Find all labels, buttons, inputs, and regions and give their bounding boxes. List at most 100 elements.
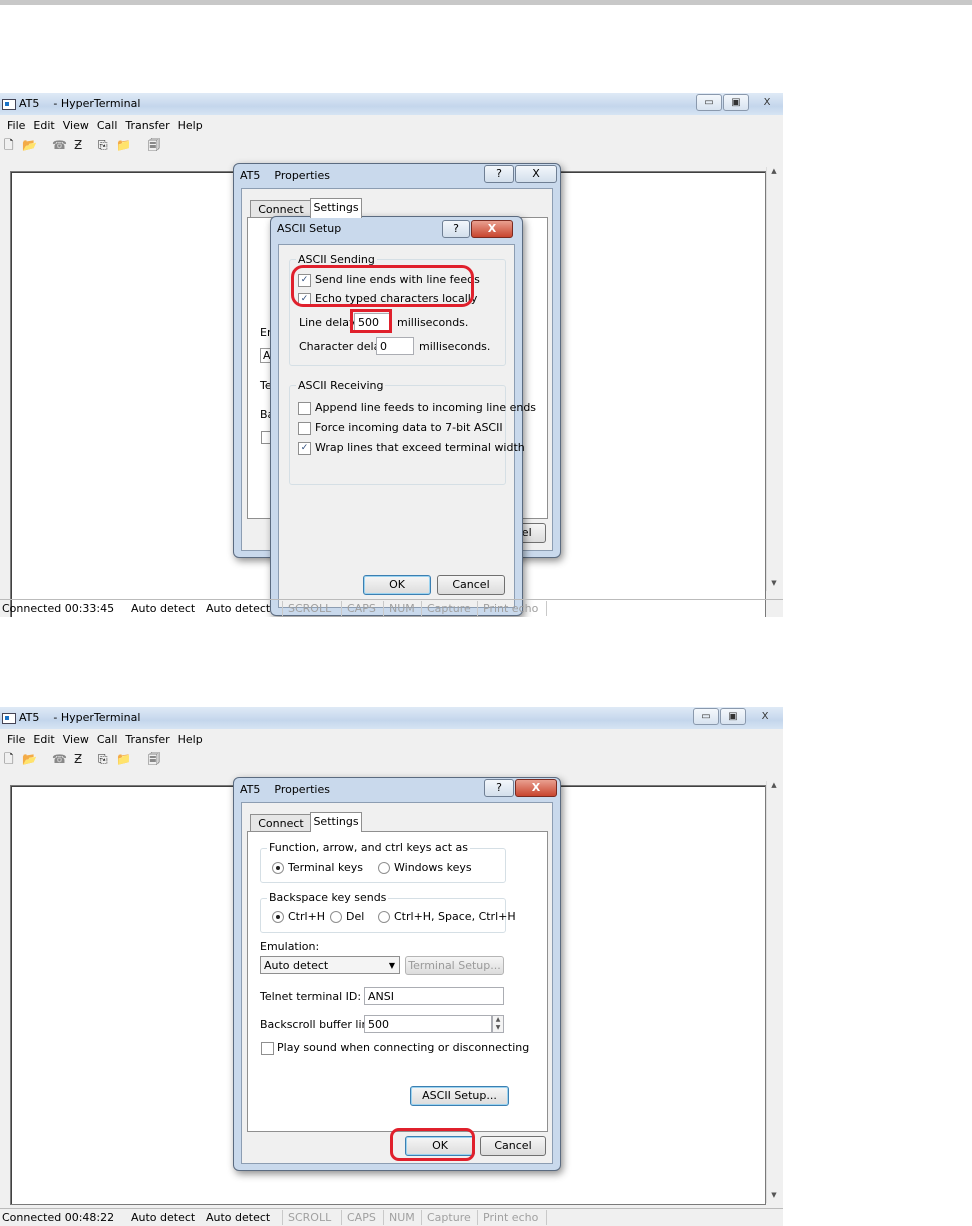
- status-separator: [341, 601, 342, 616]
- new-icon[interactable]: 🗋: [4, 751, 14, 767]
- send-icon[interactable]: ⎘: [98, 137, 108, 153]
- menu-edit[interactable]: Edit: [33, 117, 54, 135]
- backscroll-spinner[interactable]: ▲ ▼: [492, 1015, 504, 1033]
- hyperterminal-icon: [2, 713, 16, 724]
- status-caps: CAPS: [347, 602, 376, 615]
- hyperterminal-window-ascii-setup: AT5 - HyperTerminal ▭ ▣ X File Edit View Ca…: [0, 93, 783, 617]
- toolbar: 🗋 📂 ☎ Ƶ ⎘ 📁 🗐: [4, 137, 304, 153]
- open-icon[interactable]: 📂: [22, 751, 37, 767]
- emulation-value: Auto detect: [264, 959, 329, 972]
- help-button[interactable]: ?: [484, 779, 514, 797]
- maximize-button[interactable]: ▣: [720, 708, 746, 725]
- scroll-up-icon[interactable]: ▲: [767, 781, 781, 793]
- disconnect-icon[interactable]: Ƶ: [74, 137, 82, 153]
- backscroll-input[interactable]: 500: [364, 1015, 492, 1033]
- play-sound-label: Play sound when connecting or disconnect…: [277, 1041, 530, 1054]
- vertical-scrollbar[interactable]: ▲ ▼: [766, 167, 781, 591]
- del-label: Del: [346, 910, 365, 923]
- wrap-lines-checkbox[interactable]: ✓: [298, 442, 311, 455]
- properties-icon[interactable]: 🗐: [148, 137, 160, 153]
- tab-connect-to[interactable]: Connect To: [250, 814, 312, 847]
- emulation-select[interactable]: Auto detect ▼: [260, 956, 400, 974]
- emulation-label: Emulation:: [260, 940, 320, 953]
- status-connected: Connected 00:48:22: [2, 1211, 115, 1224]
- chevron-down-icon: ▼: [388, 961, 395, 970]
- menu-call[interactable]: Call: [97, 731, 118, 749]
- ascii-ok-button[interactable]: OK: [363, 575, 431, 595]
- ascii-receiving-group: [289, 385, 506, 485]
- terminal-setup-button[interactable]: Terminal Setup...: [405, 956, 504, 975]
- close-button[interactable]: X: [471, 220, 513, 238]
- minimize-button[interactable]: ▭: [693, 708, 719, 725]
- send-icon[interactable]: ⎘: [98, 751, 108, 767]
- char-delay-input[interactable]: 0: [376, 337, 414, 355]
- help-button[interactable]: ?: [442, 220, 470, 238]
- status-bar: Connected 00:48:22 Auto detect Auto dete…: [0, 1208, 783, 1226]
- menu-help[interactable]: Help: [178, 117, 203, 135]
- close-button[interactable]: X: [752, 708, 778, 725]
- ctrl-h-radio[interactable]: [272, 911, 284, 923]
- window-title: AT5 - HyperTerminal: [19, 711, 141, 724]
- vertical-scrollbar[interactable]: ▲ ▼: [766, 781, 781, 1203]
- play-sound-checkbox[interactable]: [261, 1042, 274, 1055]
- function-keys-label: Function, arrow, and ctrl keys act as: [267, 841, 471, 854]
- status-separator: [477, 601, 478, 616]
- new-icon[interactable]: 🗋: [4, 137, 14, 153]
- close-button[interactable]: X: [515, 165, 557, 183]
- disconnect-icon[interactable]: Ƶ: [74, 751, 82, 767]
- status-scroll: SCROLL: [288, 602, 332, 615]
- status-num: NUM: [389, 602, 415, 615]
- char-delay-unit: milliseconds.: [419, 340, 491, 353]
- menu-call[interactable]: Call: [97, 117, 118, 135]
- force-7bit-label: Force incoming data to 7-bit ASCII: [315, 421, 503, 434]
- title-bar: AT5 - HyperTerminal ▭ ▣ X: [0, 93, 783, 115]
- properties-icon[interactable]: 🗐: [148, 751, 160, 767]
- ascii-setup-button[interactable]: ASCII Setup...: [410, 1086, 509, 1106]
- scroll-up-icon[interactable]: ▲: [767, 167, 781, 179]
- ctrl-h-space-radio[interactable]: [378, 911, 390, 923]
- menu-transfer[interactable]: Transfer: [125, 117, 169, 135]
- close-button[interactable]: X: [754, 94, 780, 111]
- status-separator: [383, 1210, 384, 1225]
- minimize-button[interactable]: ▭: [696, 94, 722, 111]
- highlight-line-delay: [350, 309, 392, 333]
- receive-icon[interactable]: 📁: [116, 751, 131, 767]
- help-button[interactable]: ?: [484, 165, 514, 183]
- ascii-cancel-button[interactable]: Cancel: [437, 575, 505, 595]
- terminal-keys-label: Terminal keys: [288, 861, 363, 874]
- tab-settings[interactable]: Settings: [310, 198, 362, 218]
- menu-help[interactable]: Help: [178, 731, 203, 749]
- hyperterminal-window-properties: AT5 - HyperTerminal ▭ ▣ X File Edit View Ca…: [0, 707, 783, 1226]
- tab-settings[interactable]: Settings: [310, 812, 362, 832]
- dial-icon[interactable]: ☎: [52, 137, 67, 153]
- dial-icon[interactable]: ☎: [52, 751, 67, 767]
- menu-file[interactable]: File: [7, 731, 25, 749]
- settings-panel: Function, arrow, and ctrl keys act as Te…: [247, 831, 548, 1132]
- properties-cancel-button[interactable]: Cancel: [480, 1136, 546, 1156]
- force-7bit-checkbox[interactable]: [298, 422, 311, 435]
- del-radio[interactable]: [330, 911, 342, 923]
- ctrl-h-space-label: Ctrl+H, Space, Ctrl+H: [394, 910, 516, 923]
- line-delay-unit: milliseconds.: [397, 316, 469, 329]
- ctrl-h-label: Ctrl+H: [288, 910, 326, 923]
- menu-view[interactable]: View: [63, 117, 89, 135]
- windows-keys-radio[interactable]: [378, 862, 390, 874]
- scroll-down-icon[interactable]: ▼: [767, 1191, 781, 1203]
- toolbar: 🗋 📂 ☎ Ƶ ⎘ 📁 🗐: [4, 751, 304, 767]
- properties-body: Connect To Settings Function, arrow, and…: [241, 802, 553, 1164]
- menu-view[interactable]: View: [63, 731, 89, 749]
- append-lf-checkbox[interactable]: [298, 402, 311, 415]
- status-separator: [546, 601, 547, 616]
- telnet-id-input[interactable]: ANSI: [364, 987, 504, 1005]
- menu-edit[interactable]: Edit: [33, 731, 54, 749]
- terminal-keys-radio[interactable]: [272, 862, 284, 874]
- status-detect-1: Auto detect: [131, 1211, 196, 1224]
- close-button[interactable]: X: [515, 779, 557, 797]
- receive-icon[interactable]: 📁: [116, 137, 131, 153]
- properties-title: AT5 Properties: [240, 169, 330, 182]
- scroll-down-icon[interactable]: ▼: [767, 579, 781, 591]
- maximize-button[interactable]: ▣: [723, 94, 749, 111]
- open-icon[interactable]: 📂: [22, 137, 37, 153]
- menu-file[interactable]: File: [7, 117, 25, 135]
- menu-transfer[interactable]: Transfer: [125, 731, 169, 749]
